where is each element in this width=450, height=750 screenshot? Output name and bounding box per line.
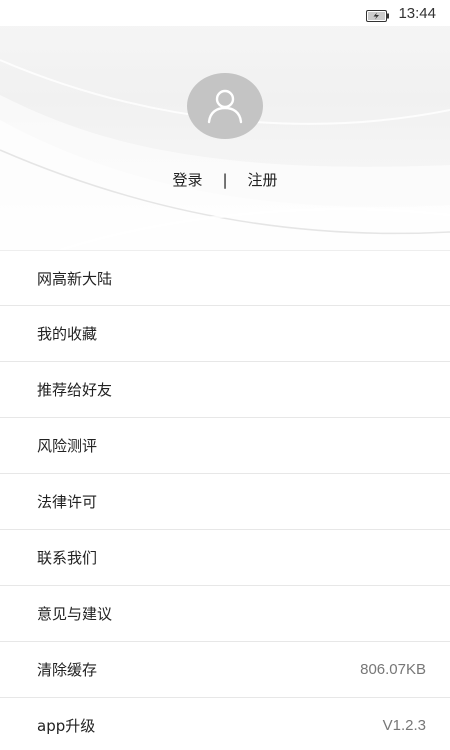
menu-item-label: app升级 bbox=[37, 717, 96, 735]
profile-screen: 登录 | 注册 13:44 网高新大陆 我的收藏 推荐给好友 风险测评 法律许可… bbox=[0, 0, 450, 750]
menu-item-label: 意见与建议 bbox=[37, 605, 113, 623]
login-link[interactable]: 登录 bbox=[172, 169, 202, 190]
avatar[interactable] bbox=[187, 73, 263, 139]
menu-item-label: 我的收藏 bbox=[37, 325, 98, 343]
menu-item-clear-cache[interactable]: 清除缓存 806.07KB bbox=[0, 642, 450, 698]
menu-item-feedback[interactable]: 意见与建议 bbox=[0, 586, 450, 642]
user-icon bbox=[207, 89, 243, 124]
menu-item-label: 网高新大陆 bbox=[37, 269, 113, 288]
menu-item-network-continent[interactable]: 网高新大陆 bbox=[0, 250, 450, 306]
battery-charging-icon bbox=[366, 7, 390, 22]
menu-item-recommend-friends[interactable]: 推荐给好友 bbox=[0, 362, 450, 418]
cache-size-value: 806.07KB bbox=[360, 661, 426, 678]
app-version-value: V1.2.3 bbox=[382, 717, 426, 734]
menu-item-label: 清除缓存 bbox=[37, 661, 98, 679]
profile-header: 登录 | 注册 bbox=[0, 0, 450, 250]
status-time: 13:44 bbox=[398, 4, 436, 22]
menu-item-label: 联系我们 bbox=[37, 549, 98, 567]
register-link[interactable]: 注册 bbox=[248, 169, 278, 190]
menu-item-app-upgrade[interactable]: app升级 V1.2.3 bbox=[0, 698, 450, 750]
auth-links: 登录 | 注册 bbox=[0, 169, 450, 190]
menu-item-legal-license[interactable]: 法律许可 bbox=[0, 474, 450, 530]
menu-item-risk-assessment[interactable]: 风险测评 bbox=[0, 418, 450, 474]
menu-item-label: 法律许可 bbox=[37, 493, 98, 511]
menu-item-label: 推荐给好友 bbox=[37, 381, 113, 399]
menu-item-label: 风险测评 bbox=[37, 437, 98, 455]
menu-item-contact-us[interactable]: 联系我们 bbox=[0, 530, 450, 586]
menu-list: 网高新大陆 我的收藏 推荐给好友 风险测评 法律许可 联系我们 意见与建议 清除… bbox=[0, 250, 450, 750]
menu-item-favorites[interactable]: 我的收藏 bbox=[0, 306, 450, 362]
auth-separator: | bbox=[222, 170, 228, 189]
status-bar: 13:44 bbox=[0, 0, 450, 26]
